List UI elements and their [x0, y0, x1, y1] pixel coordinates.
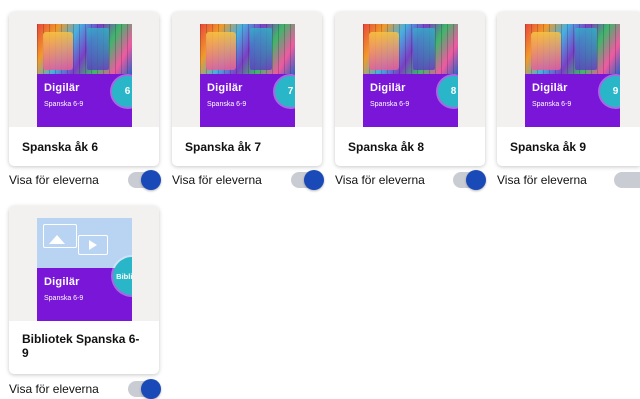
toggle-knob — [141, 379, 161, 399]
show-to-students-label: Visa för eleverna — [172, 173, 262, 187]
show-to-students-toggle[interactable] — [128, 379, 161, 399]
show-to-students-row: Visa för eleverna — [9, 379, 99, 399]
show-to-students-label: Visa för eleverna — [9, 173, 99, 187]
show-to-students-row: Visa för eleverna — [172, 170, 262, 190]
cover-artwork — [200, 24, 295, 74]
show-to-students-toggle[interactable] — [453, 170, 486, 190]
brand-logo: Digilär — [370, 82, 406, 94]
cover-artwork — [37, 24, 132, 74]
cover-subtitle: Spanska 6-9 — [44, 101, 84, 108]
brand-logo: Digilär — [44, 82, 80, 94]
cover-subtitle: Spanska 6-9 — [370, 101, 410, 108]
course-card-spanska-ak-8[interactable]: Digilär Spanska 6-9 8 Spanska åk 8 — [335, 12, 485, 166]
cover-subtitle: Spanska 6-9 — [44, 295, 84, 302]
course-cover: Digilär Spanska 6-9 7 — [200, 24, 295, 127]
show-to-students-label: Visa för eleverna — [335, 173, 425, 187]
toggle-knob — [466, 170, 486, 190]
course-card-spanska-ak-9[interactable]: Digilär Spanska 6-9 9 Spanska åk 9 — [497, 12, 640, 166]
show-to-students-row: Visa för eleverna — [497, 170, 587, 190]
course-card-spanska-ak-7[interactable]: Digilär Spanska 6-9 7 Spanska åk 7 — [172, 12, 322, 166]
show-to-students-label: Visa för eleverna — [497, 173, 587, 187]
cover-area: Digilär Spanska 6-9 9 — [497, 12, 640, 127]
course-cover: Digilär Spanska 6-9 9 — [525, 24, 620, 127]
cover-subtitle: Spanska 6-9 — [532, 101, 572, 108]
card-title[interactable]: Spanska åk 6 — [22, 140, 146, 154]
toggle-knob — [304, 170, 324, 190]
course-card-spanska-ak-6[interactable]: Digilär Spanska 6-9 6 Spanska åk 6 — [9, 12, 159, 166]
show-to-students-toggle[interactable] — [291, 170, 324, 190]
cover-subtitle: Spanska 6-9 — [207, 101, 247, 108]
brand-logo: Digilär — [207, 82, 243, 94]
card-title[interactable]: Spanska åk 8 — [348, 140, 472, 154]
cover-area: Digilär Spanska 6-9 7 — [172, 12, 322, 127]
cover-area: Digilär Spanska 6-9 8 — [335, 12, 485, 127]
cover-area: Digilär Spanska 6-9 6 — [9, 12, 159, 127]
course-cover: Digilär Spanska 6-9 6 — [37, 24, 132, 127]
show-to-students-toggle[interactable] — [614, 172, 640, 188]
course-card-bibliotek-spanska[interactable]: Digilär Spanska 6-9 Bibliotek Bibliotek … — [9, 206, 159, 374]
toggle-knob — [141, 170, 161, 190]
video-icon — [78, 235, 108, 255]
show-to-students-row: Visa för eleverna — [9, 170, 99, 190]
cover-artwork — [37, 218, 132, 268]
brand-logo: Digilär — [532, 82, 568, 94]
card-title[interactable]: Spanska åk 7 — [185, 140, 309, 154]
show-to-students-toggle[interactable] — [128, 170, 161, 190]
brand-logo: Digilär — [44, 276, 80, 288]
show-to-students-row: Visa för eleverna — [335, 170, 425, 190]
course-cover: Digilär Spanska 6-9 8 — [363, 24, 458, 127]
course-cover: Digilär Spanska 6-9 Bibliotek — [37, 218, 132, 321]
card-title[interactable]: Spanska åk 9 — [510, 140, 634, 154]
cover-area: Digilär Spanska 6-9 Bibliotek — [9, 206, 159, 321]
cover-artwork — [525, 24, 620, 74]
card-title[interactable]: Bibliotek Spanska 6-9 — [22, 332, 146, 360]
cover-artwork — [363, 24, 458, 74]
image-icon — [43, 224, 77, 248]
